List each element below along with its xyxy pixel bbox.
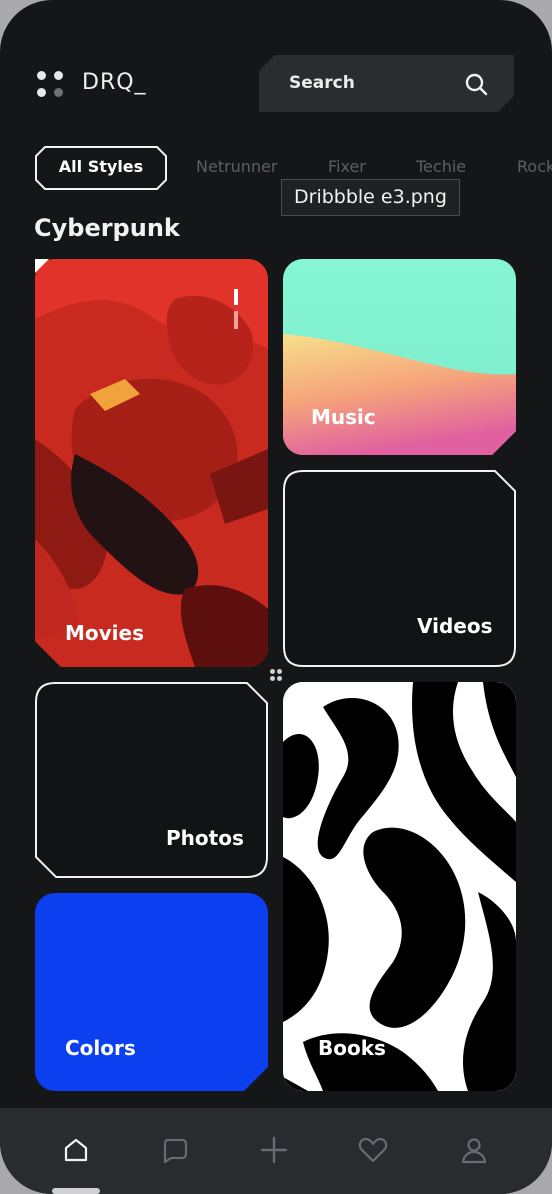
card-photos[interactable]: Photos <box>35 682 268 878</box>
nav-profile[interactable] <box>458 1134 490 1166</box>
card-colors-label: Colors <box>65 1036 136 1060</box>
chip-fixer[interactable]: Fixer <box>328 157 366 176</box>
search-icon[interactable] <box>464 72 488 96</box>
card-videos[interactable]: Videos <box>283 470 516 667</box>
home-indicator <box>52 1188 100 1194</box>
movies-artwork <box>35 259 268 667</box>
card-photos-label: Photos <box>166 826 244 850</box>
heart-icon <box>358 1137 388 1163</box>
chip-all-styles-label: All Styles <box>58 157 144 176</box>
chip-techie[interactable]: Techie <box>416 157 466 176</box>
nav-home[interactable] <box>60 1134 92 1166</box>
drag-handle-icon[interactable] <box>268 667 284 683</box>
card-books-label: Books <box>318 1036 386 1060</box>
chip-rock[interactable]: Rock <box>517 157 552 176</box>
card-music[interactable]: Music <box>283 259 516 455</box>
search-bar[interactable]: Search <box>259 55 514 112</box>
movies-corner-notch <box>35 259 49 273</box>
books-zebra-art <box>283 682 516 1091</box>
chat-icon <box>163 1138 188 1164</box>
chip-netrunner[interactable]: Netrunner <box>196 157 278 176</box>
card-movies[interactable]: Movies <box>35 259 268 667</box>
bottom-nav <box>0 1108 552 1194</box>
nav-add[interactable] <box>258 1134 290 1166</box>
profile-icon <box>461 1138 487 1164</box>
filename-tooltip: Dribbble e3.png <box>281 179 460 216</box>
card-movies-label: Movies <box>65 621 145 645</box>
plus-icon <box>260 1136 288 1164</box>
card-colors[interactable]: Colors <box>35 893 268 1091</box>
home-icon <box>64 1138 88 1162</box>
card-music-label: Music <box>311 405 376 429</box>
nav-chat[interactable] <box>159 1134 191 1166</box>
card-books[interactable]: Books <box>283 682 516 1091</box>
search-label: Search <box>289 73 355 93</box>
logo-dots-icon <box>36 70 66 100</box>
nav-favorites[interactable] <box>357 1134 389 1166</box>
chip-all-styles[interactable]: All Styles <box>35 146 167 190</box>
logo-text: DRQ_ <box>82 70 147 95</box>
phone-screen: DRQ_ Search All Styles Netrunner Fixer T… <box>0 0 552 1194</box>
section-title: Cyberpunk <box>34 214 180 242</box>
card-videos-label: Videos <box>417 614 493 638</box>
